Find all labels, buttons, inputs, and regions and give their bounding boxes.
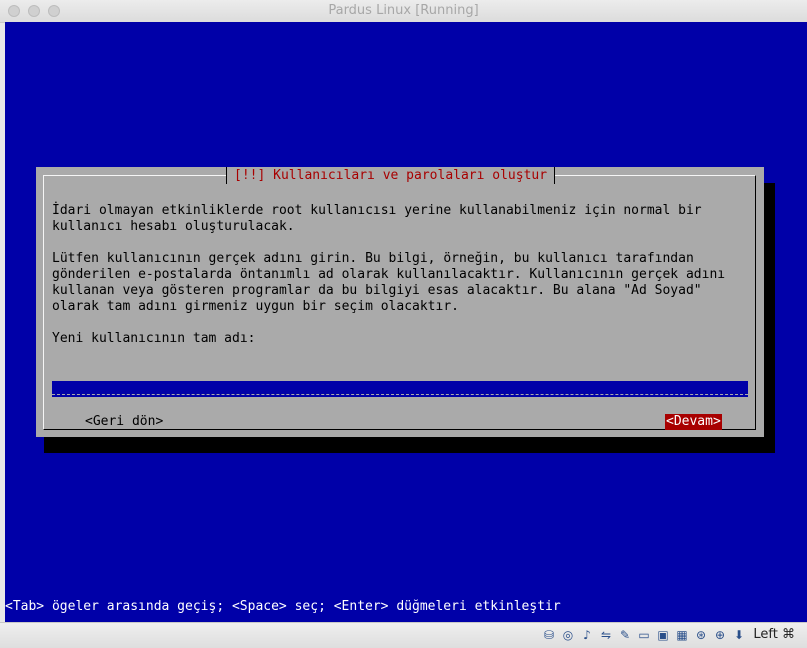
vm-screen[interactable]: [!!] Kullanıcıları ve parolaları oluştur… [5,22,807,622]
virtualbox-window: Pardus Linux [Running] [!!] Kullanıcılar… [0,0,807,648]
hard-disk-icon[interactable]: ⛁ [541,627,557,643]
optical-disk-icon[interactable]: ◎ [560,627,576,643]
display-icon[interactable]: ▭ [636,627,652,643]
video-capture-icon[interactable]: ▣ [655,627,671,643]
shared-folder-icon[interactable]: ✎ [617,627,633,643]
back-button[interactable]: <Geri dön> [85,414,163,430]
create-user-dialog: [!!] Kullanıcıları ve parolaları oluştur… [36,167,764,437]
keyboard-hint: <Tab> ögeler arasında geçiş; <Space> seç… [5,599,561,614]
window-title: Pardus Linux [Running] [328,3,479,18]
cpu-icon[interactable]: ▦ [674,627,690,643]
statusbar-icons: ⛁ ◎ ♪ ⇋ ✎ ▭ ▣ ▦ ⊛ ⊕ ⬇ [541,627,747,643]
dialog-description: İdari olmayan etkinliklerde root kullanı… [52,203,726,346]
network-icon[interactable]: ⊛ [693,627,709,643]
vm-statusbar: ⛁ ◎ ♪ ⇋ ✎ ▭ ▣ ▦ ⊛ ⊕ ⬇ Left ⌘ [0,622,807,648]
usb-icon[interactable]: ⇋ [598,627,614,643]
mouse-integration-icon[interactable]: ⊕ [712,627,728,643]
dialog-title: [!!] Kullanıcıları ve parolaları oluştur [226,167,556,184]
host-key-icon[interactable]: ⬇ [731,627,747,643]
input-underline [52,394,748,395]
host-key-label: Left ⌘ [753,627,795,642]
continue-button[interactable]: <Devam> [665,414,722,430]
window-titlebar: Pardus Linux [Running] [0,0,807,23]
audio-icon[interactable]: ♪ [579,627,595,643]
full-name-input[interactable]: omer [52,381,748,397]
